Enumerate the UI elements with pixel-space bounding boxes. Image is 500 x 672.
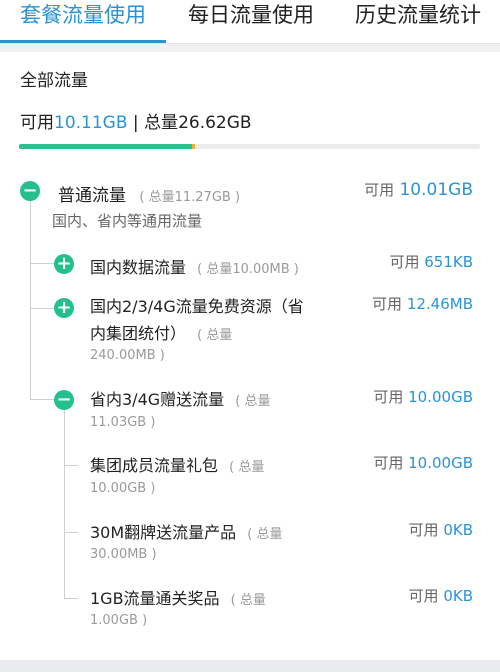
available-label: 可用 [20, 113, 54, 133]
tree-branch-3 [30, 399, 54, 400]
leaf-1-total-cont: 10.00GB ) [90, 481, 156, 496]
active-tab-indicator [0, 40, 166, 43]
footer-divider [0, 660, 500, 672]
root-avail-label: 可用 [364, 181, 395, 199]
tree-branch-leaf-3 [64, 598, 78, 599]
tree-line-sub [64, 410, 65, 599]
root-item-name: 普通流量 [58, 186, 126, 206]
usage-progress-bar [19, 144, 480, 149]
total-label: 总量 [144, 113, 179, 133]
node-1-name: 国内数据流量 [90, 258, 187, 277]
usage-progress-tip [192, 144, 195, 149]
tree-branch-1 [30, 263, 54, 264]
tree-branch-leaf-1 [64, 465, 78, 466]
leaf-2-total-cont: 30.00MB ) [90, 547, 157, 562]
tab-bar: 套餐流量使用 每日流量使用 历史流量统计 [0, 0, 500, 44]
leaf-3-name: 1GB流量通关奖品 [90, 589, 220, 608]
node-1-available: 可用 651KB [389, 251, 473, 272]
leaf-item-1: 集团成员流量礼包 ( 总量 [90, 452, 264, 476]
root-item: 普通流量 ( 总量11.27GB ) [58, 181, 240, 206]
root-item-desc: 国内、省内等通用流量 [52, 212, 203, 230]
root-item-available: 可用 10.01GB [364, 179, 473, 200]
node-2-name-line-1: 国内2/3/4G流量免费资源（省 [90, 297, 304, 316]
node-3-total: ( 总量 [235, 394, 271, 409]
node-1-avail-label: 可用 [389, 253, 420, 271]
leaf-3-avail-label: 可用 [408, 587, 439, 605]
node-3-avail-label: 可用 [373, 388, 404, 406]
root-item-total: ( 总量11.27GB ) [139, 190, 241, 205]
leaf-1-total: ( 总量 [229, 460, 265, 475]
node-item-3: 省内3/4G赠送流量 ( 总量 [90, 386, 270, 410]
collapse-icon[interactable]: − [54, 390, 74, 410]
leaf-3-total-cont: 1.00GB ) [90, 613, 148, 628]
node-3-available: 可用 10.00GB [373, 386, 473, 407]
leaf-3-available: 可用 0KB [409, 585, 473, 606]
expand-icon[interactable]: + [54, 254, 74, 274]
node-1-total: ( 总量10.00MB ) [197, 262, 299, 277]
node-1-avail-value: 651KB [424, 253, 473, 271]
leaf-1-avail-value: 10.00GB [408, 454, 473, 472]
leaf-1-available: 可用 10.00GB [373, 452, 473, 473]
tab-daily-usage[interactable]: 每日流量使用 [188, 2, 314, 46]
tree-line-root [30, 198, 31, 400]
node-2-name-line-2: 内集团统付） ( 总量 [90, 320, 232, 344]
root-avail-value: 10.01GB [399, 180, 473, 200]
leaf-2-avail-value: 0KB [443, 521, 473, 539]
node-item-1: 国内数据流量 ( 总量10.00MB ) [90, 254, 299, 278]
leaf-1-avail-label: 可用 [373, 454, 404, 472]
tab-history-stats[interactable]: 历史流量统计 [355, 2, 481, 46]
leaf-3-avail-value: 0KB [443, 587, 473, 605]
node-2-total-cont: 240.00MB ) [90, 348, 165, 363]
leaf-item-3: 1GB流量通关奖品 ( 总量 [90, 585, 266, 609]
available-value: 10.11GB [54, 113, 128, 133]
expand-icon[interactable]: + [54, 298, 74, 318]
node-2-total: ( 总量 [197, 328, 233, 343]
node-3-avail-value: 10.00GB [408, 388, 473, 406]
tree-branch-2 [30, 308, 54, 309]
usage-progress-fill [19, 144, 192, 149]
node-2-available: 可用 12.46MB [372, 293, 473, 314]
collapse-icon[interactable]: − [20, 181, 40, 201]
summary-line: 可用10.11GB | 总量26.62GB [20, 108, 252, 133]
leaf-2-avail-label: 可用 [408, 521, 439, 539]
tree-branch-leaf-2 [64, 532, 78, 533]
leaf-3-total: ( 总量 [230, 593, 266, 608]
node-2-avail-label: 可用 [372, 295, 403, 313]
leaf-item-2: 30M翻牌送流量产品 ( 总量 [90, 519, 282, 543]
node-2-avail-value: 12.46MB [406, 295, 473, 313]
node-3-total-cont: 11.03GB ) [90, 415, 156, 430]
summary-separator: | [127, 113, 145, 133]
node-2-name: 内集团统付） [90, 324, 187, 343]
summary-title: 全部流量 [20, 71, 88, 91]
leaf-2-total: ( 总量 [247, 527, 283, 542]
leaf-1-name: 集团成员流量礼包 [90, 456, 219, 475]
leaf-2-name: 30M翻牌送流量产品 [90, 523, 237, 542]
total-value: 26.62GB [178, 113, 252, 133]
node-3-name: 省内3/4G赠送流量 [90, 390, 225, 409]
leaf-2-available: 可用 0KB [409, 519, 473, 540]
